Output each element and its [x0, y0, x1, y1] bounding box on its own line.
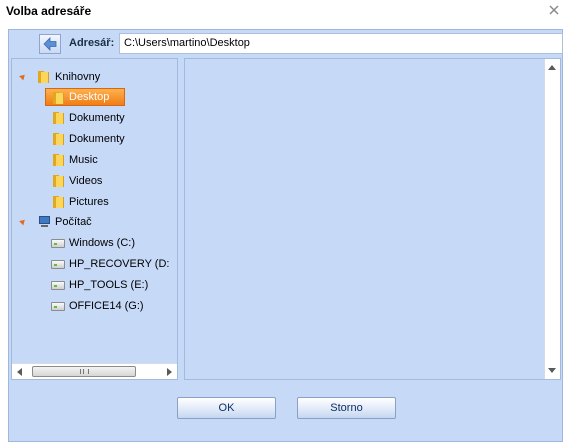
folder-icon: [53, 92, 64, 104]
folder-icon: [38, 71, 49, 83]
tree-node-music[interactable]: Music: [45, 151, 165, 169]
tree-node-dokumenty[interactable]: Dokumenty: [45, 109, 165, 127]
expander-icon[interactable]: [19, 72, 27, 81]
scroll-right-icon[interactable]: [167, 368, 172, 376]
drive-icon: [51, 281, 65, 290]
address-bar: Adresář: C:\Users\martino\Desktop: [39, 33, 563, 55]
tree-node-label: Desktop: [69, 91, 110, 103]
drive-icon: [51, 260, 65, 269]
expander-icon[interactable]: [19, 217, 27, 226]
scroll-left-icon[interactable]: [17, 368, 22, 376]
window-title: Volba adresáře: [6, 4, 92, 18]
address-label: Adresář:: [69, 37, 115, 49]
scrollbar-thumb[interactable]: [32, 366, 136, 377]
back-arrow-icon: [43, 37, 57, 51]
tree-node-desktop[interactable]: Desktop: [45, 88, 125, 106]
ok-button[interactable]: OK: [177, 397, 276, 419]
cancel-button[interactable]: Storno: [297, 397, 396, 419]
folder-chooser-dialog: Volba adresáře Adresář: C:\Users\martino…: [0, 0, 571, 448]
tree-node-computer[interactable]: Počítač: [12, 213, 162, 231]
tree-node-label: HP_RECOVERY (D:: [69, 258, 170, 270]
address-input[interactable]: C:\Users\martino\Desktop: [119, 33, 563, 54]
contents-vertical-scrollbar[interactable]: [544, 59, 560, 379]
drive-icon: [51, 302, 65, 311]
title-bar: Volba adresáře: [0, 0, 571, 22]
folder-icon: [53, 175, 64, 187]
tree-node-videos[interactable]: Videos: [45, 172, 165, 190]
folder-icon: [53, 154, 64, 166]
tree-node-label: Počítač: [55, 216, 92, 228]
folder-contents-pane[interactable]: [184, 58, 561, 380]
tree-node-libraries[interactable]: Knihovny: [12, 68, 162, 86]
tree-node-drive-e[interactable]: HP_TOOLS (E:): [45, 276, 175, 294]
computer-icon: [37, 216, 52, 228]
folder-icon: [53, 112, 64, 124]
folder-icon: [53, 133, 64, 145]
tree-node-label: Videos: [69, 175, 103, 187]
tree-node-drive-d[interactable]: HP_RECOVERY (D:: [45, 255, 175, 273]
close-icon[interactable]: [549, 5, 559, 15]
tree-node-label: Dokumenty: [69, 133, 125, 145]
tree-node-drive-g[interactable]: OFFICE14 (G:): [45, 297, 175, 315]
tree-node-label: Music: [69, 154, 98, 166]
dialog-body: Adresář: C:\Users\martino\Desktop Knihov…: [8, 29, 563, 442]
tree-node-label: Windows (C:): [69, 237, 136, 249]
tree-node-drive-c[interactable]: Windows (C:): [45, 234, 175, 252]
tree-horizontal-scrollbar[interactable]: [12, 363, 177, 379]
tree-node-dokumenty-2[interactable]: Dokumenty: [45, 130, 165, 148]
folder-icon: [53, 196, 64, 208]
tree-node-pictures[interactable]: Pictures: [45, 193, 165, 211]
back-button[interactable]: [39, 34, 61, 54]
scroll-up-icon[interactable]: [548, 65, 556, 70]
tree-node-label: OFFICE14 (G:): [69, 300, 144, 312]
drive-icon: [51, 239, 65, 248]
tree-node-label: Pictures: [69, 196, 109, 208]
folder-tree[interactable]: Knihovny Desktop Dokumenty Dokumenty Mus…: [11, 58, 178, 380]
tree-node-label: HP_TOOLS (E:): [69, 279, 149, 291]
tree-node-label: Dokumenty: [69, 112, 125, 124]
scroll-down-icon[interactable]: [548, 368, 556, 373]
tree-node-label: Knihovny: [55, 71, 101, 83]
